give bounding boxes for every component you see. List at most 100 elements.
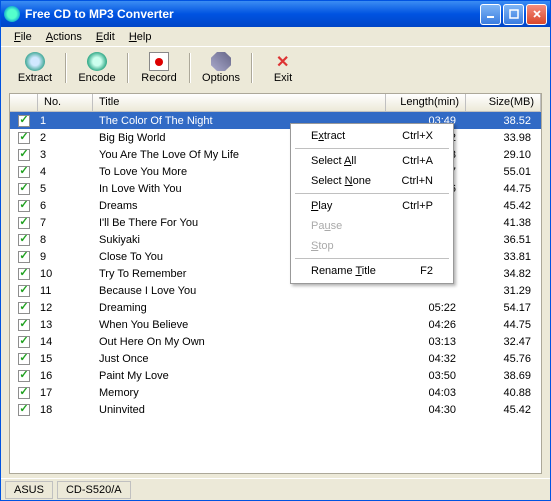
ctx-shortcut: Ctrl+P xyxy=(402,200,433,212)
cell-title: Memory xyxy=(93,387,386,399)
cell-size: 36.51 xyxy=(466,234,541,246)
col-no[interactable]: No. xyxy=(38,94,93,111)
cell-title: Just Once xyxy=(93,353,386,365)
table-row[interactable]: 9Close To You33.81 xyxy=(10,248,541,265)
cell-length: 03:50 xyxy=(386,370,466,382)
menu-edit[interactable]: Edit xyxy=(89,29,122,45)
table-row[interactable]: 17Memory04:0340.88 xyxy=(10,384,541,401)
ctx-select-all[interactable]: Select AllCtrl+A xyxy=(293,151,451,171)
track-checkbox[interactable] xyxy=(18,115,30,127)
cell-size: 45.76 xyxy=(466,353,541,365)
cell-no: 8 xyxy=(38,234,93,246)
ctx-label: Pause xyxy=(311,220,342,232)
track-checkbox[interactable] xyxy=(18,353,30,365)
track-checkbox[interactable] xyxy=(18,234,30,246)
table-row[interactable]: 14Out Here On My Own03:1332.47 xyxy=(10,333,541,350)
table-row[interactable]: 8Sukiyaki36.51 xyxy=(10,231,541,248)
extract-button[interactable]: Extract xyxy=(7,49,63,87)
menubar: FileActionsEditHelp xyxy=(1,27,550,47)
cell-no: 10 xyxy=(38,268,93,280)
toolbar-sep xyxy=(65,53,67,83)
ctx-extract[interactable]: Extract Ctrl+X xyxy=(293,126,451,146)
table-row[interactable]: 3You Are The Love Of My Life02:5329.10 xyxy=(10,146,541,163)
table-row[interactable]: 18Uninvited04:3045.42 xyxy=(10,401,541,418)
table-row[interactable]: 7I'll Be There For You41.38 xyxy=(10,214,541,231)
exit-button[interactable]: Exit xyxy=(255,49,311,87)
ctx-play[interactable]: Play Ctrl+P xyxy=(293,196,451,216)
ctx-label: Rename Title xyxy=(311,265,376,277)
cell-title: Because I Love You xyxy=(93,285,386,297)
table-row[interactable]: 16Paint My Love03:5038.69 xyxy=(10,367,541,384)
extract-label: Extract xyxy=(18,72,52,84)
ctx-select-none[interactable]: Select NoneCtrl+N xyxy=(293,171,451,191)
col-size[interactable]: Size(MB) xyxy=(466,94,541,111)
menu-file[interactable]: File xyxy=(7,29,39,45)
track-checkbox[interactable] xyxy=(18,285,30,297)
options-button[interactable]: Options xyxy=(193,49,249,87)
track-checkbox[interactable] xyxy=(18,336,30,348)
cell-title: Dreaming xyxy=(93,302,386,314)
cell-size: 54.17 xyxy=(466,302,541,314)
cell-size: 33.98 xyxy=(466,132,541,144)
table-row[interactable]: 2Big Big World03:2233.98 xyxy=(10,129,541,146)
cell-length: 04:30 xyxy=(386,404,466,416)
col-checkbox[interactable] xyxy=(10,94,38,111)
table-row[interactable]: 15Just Once04:3245.76 xyxy=(10,350,541,367)
track-checkbox[interactable] xyxy=(18,166,30,178)
track-checkbox[interactable] xyxy=(18,149,30,161)
record-icon xyxy=(149,52,169,71)
track-checkbox[interactable] xyxy=(18,319,30,331)
list-body[interactable]: 1The Color Of The Night03:4938.522Big Bi… xyxy=(10,112,541,473)
cell-no: 17 xyxy=(38,387,93,399)
menu-actions[interactable]: Actions xyxy=(39,29,89,45)
statusbar: ASUS CD-S520/A xyxy=(1,478,550,500)
track-checkbox[interactable] xyxy=(18,387,30,399)
table-row[interactable]: 4To Love You More05:2755.01 xyxy=(10,163,541,180)
cell-no: 15 xyxy=(38,353,93,365)
table-row[interactable]: 10Try To Remember34.82 xyxy=(10,265,541,282)
track-checkbox[interactable] xyxy=(18,251,30,263)
table-row[interactable]: 12Dreaming05:2254.17 xyxy=(10,299,541,316)
context-menu: Extract Ctrl+X Select AllCtrl+ASelect None… xyxy=(290,123,454,284)
track-checkbox[interactable] xyxy=(18,132,30,144)
record-button[interactable]: Record xyxy=(131,49,187,87)
close-button[interactable] xyxy=(526,4,547,25)
ctx-label: Extract xyxy=(311,130,345,142)
track-checkbox[interactable] xyxy=(18,404,30,416)
table-row[interactable]: 6Dreams45.42 xyxy=(10,197,541,214)
menu-help[interactable]: Help xyxy=(122,29,159,45)
menu-sep xyxy=(295,258,449,259)
track-checkbox[interactable] xyxy=(18,302,30,314)
table-row[interactable]: 5In Love With You04:2644.75 xyxy=(10,180,541,197)
table-row[interactable]: 11Because I Love You31.29 xyxy=(10,282,541,299)
track-checkbox[interactable] xyxy=(18,370,30,382)
track-checkbox[interactable] xyxy=(18,183,30,195)
status-device: CD-S520/A xyxy=(57,481,131,499)
cell-size: 45.42 xyxy=(466,404,541,416)
cell-length: 04:03 xyxy=(386,387,466,399)
cell-size: 29.10 xyxy=(466,149,541,161)
menu-sep xyxy=(295,148,449,149)
ctx-label: Stop xyxy=(311,240,334,252)
cell-no: 5 xyxy=(38,183,93,195)
table-row[interactable]: 13When You Believe04:2644.75 xyxy=(10,316,541,333)
minimize-button[interactable] xyxy=(480,4,501,25)
encode-button[interactable]: Encode xyxy=(69,49,125,87)
cell-size: 55.01 xyxy=(466,166,541,178)
track-checkbox[interactable] xyxy=(18,217,30,229)
toolbar-sep xyxy=(251,53,253,83)
cell-size: 41.38 xyxy=(466,217,541,229)
ctx-label: Play xyxy=(311,200,332,212)
ctx-rename-title[interactable]: Rename TitleF2 xyxy=(293,261,451,281)
cell-no: 4 xyxy=(38,166,93,178)
table-row[interactable]: 1The Color Of The Night03:4938.52 xyxy=(10,112,541,129)
col-length[interactable]: Length(min) xyxy=(386,94,466,111)
cell-no: 12 xyxy=(38,302,93,314)
ctx-shortcut: Ctrl+X xyxy=(402,130,433,142)
maximize-button[interactable] xyxy=(503,4,524,25)
col-title[interactable]: Title xyxy=(93,94,386,111)
track-checkbox[interactable] xyxy=(18,200,30,212)
options-label: Options xyxy=(202,72,240,84)
track-checkbox[interactable] xyxy=(18,268,30,280)
titlebar[interactable]: Free CD to MP3 Converter xyxy=(1,1,550,27)
